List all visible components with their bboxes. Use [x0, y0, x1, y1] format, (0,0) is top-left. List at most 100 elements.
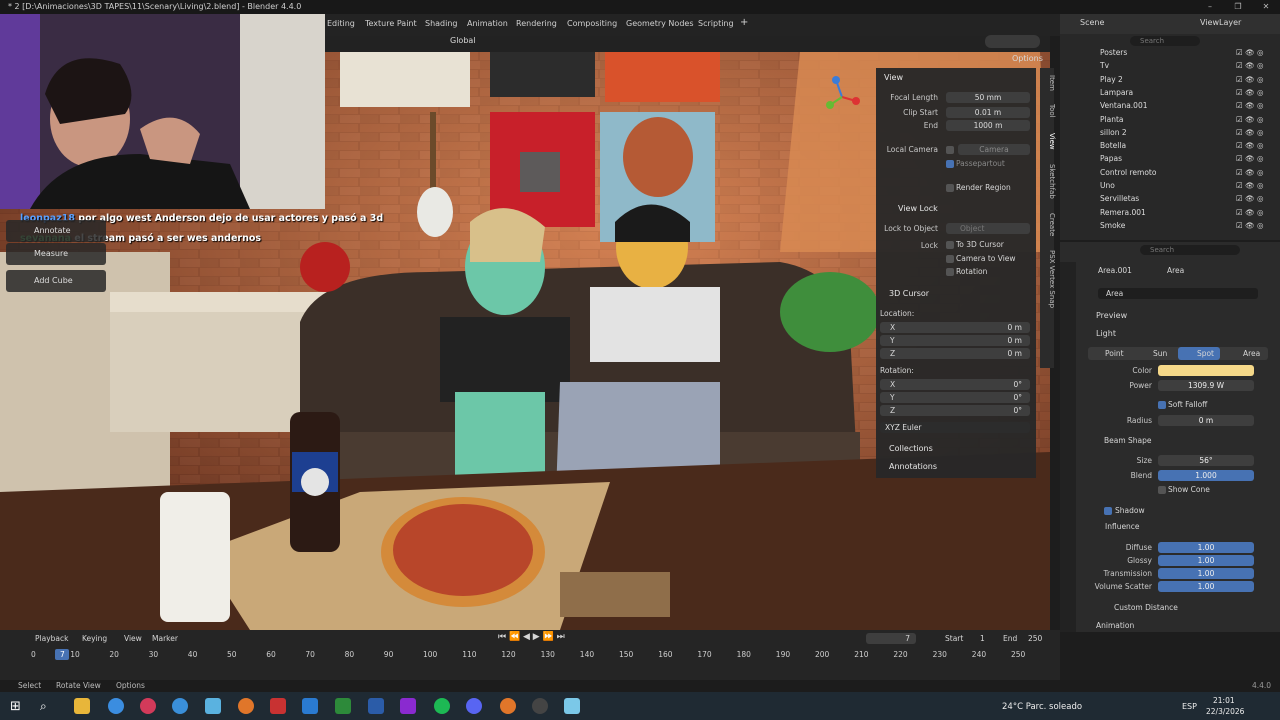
visibility-toggle-icon[interactable]: ☑ 👁 ◎: [1236, 59, 1264, 72]
timeline-view-menu[interactable]: View: [124, 634, 142, 643]
cursor-location-y[interactable]: 0 m: [880, 335, 1030, 346]
visibility-toggle-icon[interactable]: ☑ 👁 ◎: [1236, 46, 1264, 59]
cursor-rotation-y[interactable]: 0°: [880, 392, 1030, 403]
visibility-toggle-icon[interactable]: ☑ 👁 ◎: [1236, 166, 1264, 179]
cursor-location-x[interactable]: 0 m: [880, 322, 1030, 333]
timeline-playhead[interactable]: 7: [55, 649, 70, 660]
tab-shading[interactable]: Shading: [425, 19, 458, 28]
volume-scatter-field[interactable]: 1.00: [1158, 581, 1254, 592]
to-3d-cursor-checkbox[interactable]: [946, 241, 954, 249]
spot-blend-field[interactable]: 1.000: [1158, 470, 1254, 481]
spotify-icon[interactable]: [434, 698, 450, 714]
visibility-toggle-icon[interactable]: ☑ 👁 ◎: [1236, 206, 1264, 219]
light-color-swatch[interactable]: [1158, 365, 1254, 376]
light-type-sun[interactable]: Sun: [1153, 349, 1167, 358]
light-panel-header[interactable]: Light: [1096, 329, 1116, 338]
keying-menu[interactable]: Keying: [82, 634, 107, 643]
discord-icon[interactable]: [466, 698, 482, 714]
chrome-icon[interactable]: [108, 698, 124, 714]
maximize-button[interactable]: ❐: [1224, 0, 1252, 14]
preview-panel-header[interactable]: Preview: [1096, 311, 1127, 320]
obs-icon[interactable]: [532, 698, 548, 714]
animation-panel-header[interactable]: Animation: [1096, 621, 1134, 630]
cursor-rotation-x[interactable]: 0°: [880, 379, 1030, 390]
shading-mode-buttons[interactable]: [985, 35, 1040, 48]
spot-size-field[interactable]: 56°: [1158, 455, 1254, 466]
shadow-panel-header[interactable]: Shadow: [1115, 506, 1145, 515]
visibility-toggle-icon[interactable]: ☑ 👁 ◎: [1236, 99, 1264, 112]
outliner-item[interactable]: Play 2 ☑ 👁 ◎: [1060, 73, 1280, 86]
outliner-item[interactable]: Servilletas ☑ 👁 ◎: [1060, 192, 1280, 205]
marker-menu[interactable]: Marker: [152, 634, 178, 643]
outliner-item[interactable]: sillon 2 ☑ 👁 ◎: [1060, 126, 1280, 139]
playback-controls-icon[interactable]: ⏮ ⏪ ◀ ▶ ⏩ ⏭: [498, 632, 565, 642]
tab-tool[interactable]: Tool: [1042, 104, 1056, 118]
tab-animation[interactable]: Animation: [467, 19, 508, 28]
tab-scripting[interactable]: Scripting: [698, 19, 734, 28]
light-type-point[interactable]: Point: [1105, 349, 1124, 358]
camera-field[interactable]: Camera: [958, 144, 1030, 155]
3d-cursor-header[interactable]: 3D Cursor: [889, 289, 929, 298]
visibility-toggle-icon[interactable]: ☑ 👁 ◎: [1236, 113, 1264, 126]
video-app-icon[interactable]: [270, 698, 286, 714]
diffuse-field[interactable]: 1.00: [1158, 542, 1254, 553]
playback-menu[interactable]: Playback: [35, 634, 68, 643]
clock-date[interactable]: 22/3/2026: [1206, 707, 1244, 716]
collections-header[interactable]: Collections: [889, 444, 933, 453]
tab-psx-vertex-snap[interactable]: PSX Vertex Snap: [1042, 250, 1056, 308]
visibility-toggle-icon[interactable]: ☑ 👁 ◎: [1236, 86, 1264, 99]
visibility-toggle-icon[interactable]: ☑ 👁 ◎: [1236, 126, 1264, 139]
camera-to-view-checkbox[interactable]: [946, 255, 954, 263]
light-type-area[interactable]: Area: [1243, 349, 1260, 358]
edge-icon[interactable]: [172, 698, 188, 714]
visibility-toggle-icon[interactable]: ☑ 👁 ◎: [1236, 179, 1264, 192]
tab-compositing[interactable]: Compositing: [567, 19, 617, 28]
outliner-item[interactable]: Smoke ☑ 👁 ◎: [1060, 219, 1280, 232]
transmission-field[interactable]: 1.00: [1158, 568, 1254, 579]
weather-widget[interactable]: 24°C Parc. soleado: [1002, 702, 1082, 712]
outliner-item[interactable]: Control remoto ☑ 👁 ◎: [1060, 166, 1280, 179]
clip-end-field[interactable]: 1000 m: [946, 120, 1030, 131]
annotate-tool[interactable]: Annotate: [6, 220, 106, 242]
outliner-search-input[interactable]: Search: [1130, 36, 1200, 46]
radius-field[interactable]: 0 m: [1158, 415, 1254, 426]
outliner-item[interactable]: Remera.001 ☑ 👁 ◎: [1060, 206, 1280, 219]
visibility-toggle-icon[interactable]: ☑ 👁 ◎: [1236, 73, 1264, 86]
cursor-location-z[interactable]: 0 m: [880, 348, 1030, 359]
minimize-button[interactable]: –: [1196, 0, 1224, 14]
current-frame-field[interactable]: 7: [866, 633, 916, 644]
local-camera-checkbox[interactable]: [946, 146, 954, 154]
outliner-item[interactable]: Uno ☑ 👁 ◎: [1060, 179, 1280, 192]
start-frame-field[interactable]: 1: [980, 634, 985, 643]
outliner-item[interactable]: Planta ☑ 👁 ◎: [1060, 113, 1280, 126]
outliner-item[interactable]: Lampara ☑ 👁 ◎: [1060, 86, 1280, 99]
annotations-header[interactable]: Annotations: [889, 462, 937, 471]
render-region-checkbox[interactable]: [946, 184, 954, 192]
outliner-item[interactable]: Papas ☑ 👁 ◎: [1060, 152, 1280, 165]
view-layer-selector[interactable]: ViewLayer: [1200, 18, 1241, 27]
blender-taskbar-icon[interactable]: [238, 698, 254, 714]
view-lock-header[interactable]: View Lock: [898, 204, 938, 213]
add-cube-tool[interactable]: Add Cube: [6, 270, 106, 292]
vscode-icon[interactable]: [368, 698, 384, 714]
outliner-item[interactable]: Botella ☑ 👁 ◎: [1060, 139, 1280, 152]
visibility-toggle-icon[interactable]: ☑ 👁 ◎: [1236, 152, 1264, 165]
tab-editing[interactable]: Editing: [327, 19, 355, 28]
tab-item[interactable]: Item: [1042, 75, 1056, 91]
tab-texture-paint[interactable]: Texture Paint: [365, 19, 417, 28]
add-workspace-icon[interactable]: +: [740, 17, 748, 28]
lock-object-field[interactable]: Object: [946, 223, 1030, 234]
photos-icon[interactable]: [302, 698, 318, 714]
file-explorer-icon[interactable]: [74, 698, 90, 714]
soft-falloff-checkbox[interactable]: [1158, 401, 1166, 409]
blender-active-icon[interactable]: [500, 698, 516, 714]
view-section-header[interactable]: View: [884, 73, 903, 82]
tab-rendering[interactable]: Rendering: [516, 19, 557, 28]
tab-sketchfab[interactable]: Sketchfab: [1042, 164, 1056, 199]
visibility-toggle-icon[interactable]: ☑ 👁 ◎: [1236, 219, 1264, 232]
paint-icon[interactable]: [400, 698, 416, 714]
viewport-options-button[interactable]: Options: [1012, 54, 1043, 63]
search-icon[interactable]: ⌕: [40, 699, 47, 714]
glossy-field[interactable]: 1.00: [1158, 555, 1254, 566]
rotation-mode-dropdown[interactable]: XYZ Euler: [880, 422, 1030, 433]
